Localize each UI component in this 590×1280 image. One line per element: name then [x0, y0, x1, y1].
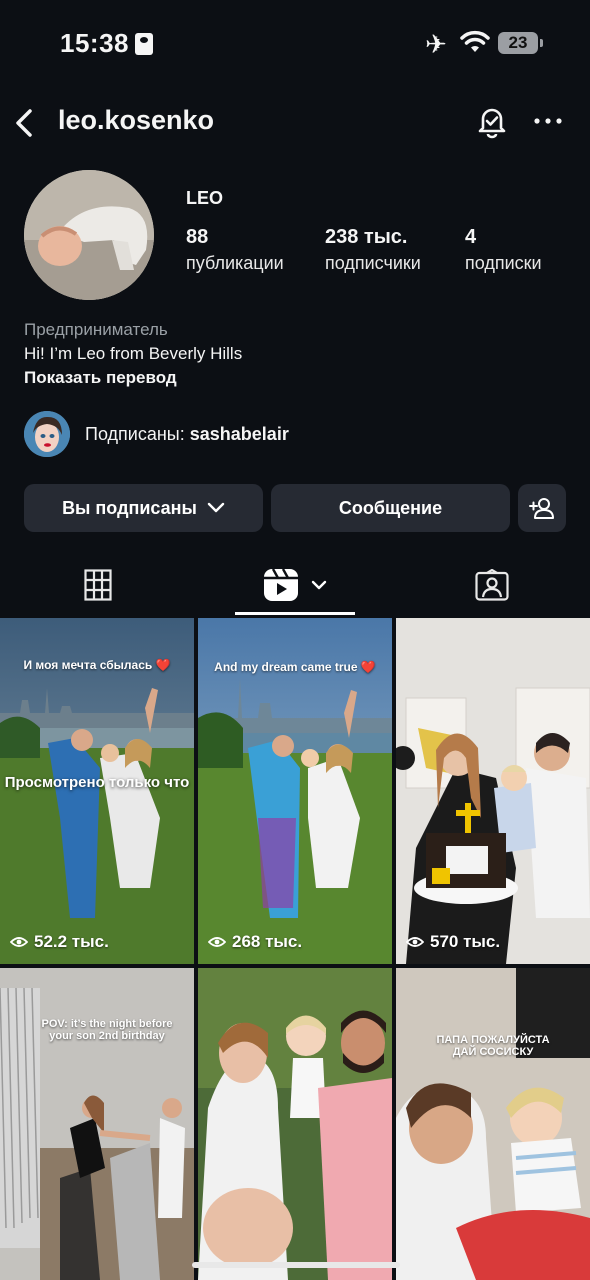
airplane-icon: ✈ — [425, 29, 447, 59]
reel-thumbnail[interactable]: ПАПА ПОЖАЛУЙСТА ДАЙ СОСИСКУ — [396, 968, 590, 1280]
reel-caption: ПАПА ПОЖАЛУЙСТА ДАЙ СОСИСКУ — [436, 1034, 550, 1058]
reel-thumbnail[interactable]: 570 тыс. — [396, 618, 590, 964]
reel-views-count: 52.2 тыс. — [34, 932, 109, 951]
show-translation-link[interactable]: Показать перевод — [24, 366, 242, 390]
add-person-icon — [529, 498, 554, 519]
back-button[interactable] — [10, 103, 40, 143]
home-indicator[interactable] — [192, 1262, 400, 1268]
stat-posts-count: 88 — [186, 226, 209, 248]
reel-image — [198, 968, 392, 1280]
eye-icon — [406, 937, 424, 947]
id-card-icon — [135, 33, 153, 55]
content-tabs — [0, 555, 590, 615]
chevron-down-icon — [207, 502, 225, 513]
profile-username: leo.kosenko — [58, 105, 215, 135]
stat-followers-label: подписчики — [325, 253, 421, 273]
reel-thumbnail[interactable]: And my dream came true ❤️ 268 тыс. — [198, 618, 392, 964]
profile-bio: Предприниматель Hi! I’m Leo from Beverly… — [24, 318, 242, 390]
stat-posts[interactable]: 88 публикации — [186, 226, 284, 274]
reel-views-count: 570 тыс. — [430, 932, 501, 951]
followed-by-text: Подписаны: sashabelair — [85, 424, 289, 445]
followed-by-prefix: Подписаны: — [85, 423, 185, 444]
reel-views: 52.2 тыс. — [10, 932, 109, 952]
reel-views: 570 тыс. — [406, 932, 500, 952]
message-button-label: Сообщение — [338, 497, 443, 518]
stat-following-count: 4 — [465, 226, 477, 248]
profile-avatar[interactable] — [24, 170, 154, 300]
reel-image — [0, 968, 194, 1280]
tab-reels[interactable] — [235, 555, 355, 615]
battery-indicator: 23 — [498, 32, 543, 54]
wifi-icon — [460, 30, 490, 52]
stat-following[interactable]: 4 подписки — [465, 226, 542, 274]
reels-grid: И моя мечта сбылась ❤️ Просмотрено тольк… — [0, 618, 590, 1280]
follower-avatar — [24, 411, 70, 457]
watched-overlay: Просмотрено только что — [4, 774, 190, 791]
profile-display-name: LEO — [186, 188, 224, 208]
suggested-users-button[interactable] — [518, 484, 566, 532]
followed-by-username: sashabelair — [189, 423, 289, 444]
status-bar: 15:38 ✈ 23 — [0, 0, 590, 90]
eye-icon — [208, 937, 226, 947]
reel-caption: And my dream came true ❤️ — [214, 660, 376, 674]
tagged-icon — [475, 569, 509, 601]
more-options-icon[interactable] — [532, 105, 564, 137]
notification-bell-icon[interactable] — [474, 103, 510, 139]
reel-views-count: 268 тыс. — [232, 932, 303, 951]
profile-bio-text: Hi! I’m Leo from Beverly Hills — [24, 344, 243, 363]
eye-icon — [10, 937, 28, 947]
reel-image — [396, 618, 590, 964]
chevron-down-icon — [311, 580, 327, 590]
reel-caption: POV: it’s the night before your son 2nd … — [41, 1018, 173, 1042]
tab-tagged[interactable] — [432, 555, 552, 615]
reel-image — [396, 968, 590, 1280]
profile-category: Предприниматель — [24, 320, 168, 339]
reel-thumbnail[interactable] — [198, 968, 392, 1280]
reel-thumbnail[interactable]: И моя мечта сбылась ❤️ Просмотрено тольк… — [0, 618, 194, 964]
stat-following-label: подписки — [465, 253, 542, 273]
reel-views: 268 тыс. — [208, 932, 302, 952]
stat-followers-count: 238 тыс. — [325, 226, 408, 248]
active-tab-indicator — [235, 612, 355, 615]
profile-header: leo.kosenko — [0, 95, 590, 150]
following-button[interactable]: Вы подписаны — [24, 484, 263, 532]
grid-icon — [84, 569, 112, 601]
reel-caption: И моя мечта сбылась ❤️ — [23, 658, 171, 672]
message-button[interactable]: Сообщение — [271, 484, 510, 532]
reels-icon — [264, 568, 298, 601]
status-time: 15:38 — [60, 28, 129, 58]
stat-followers[interactable]: 238 тыс. подписчики — [325, 226, 421, 274]
followed-by-row[interactable]: Подписаны: sashabelair — [24, 410, 289, 458]
reel-thumbnail[interactable]: POV: it’s the night before your son 2nd … — [0, 968, 194, 1280]
tab-grid[interactable] — [38, 555, 158, 615]
stat-posts-label: публикации — [186, 253, 284, 273]
following-button-label: Вы подписаны — [62, 497, 197, 518]
